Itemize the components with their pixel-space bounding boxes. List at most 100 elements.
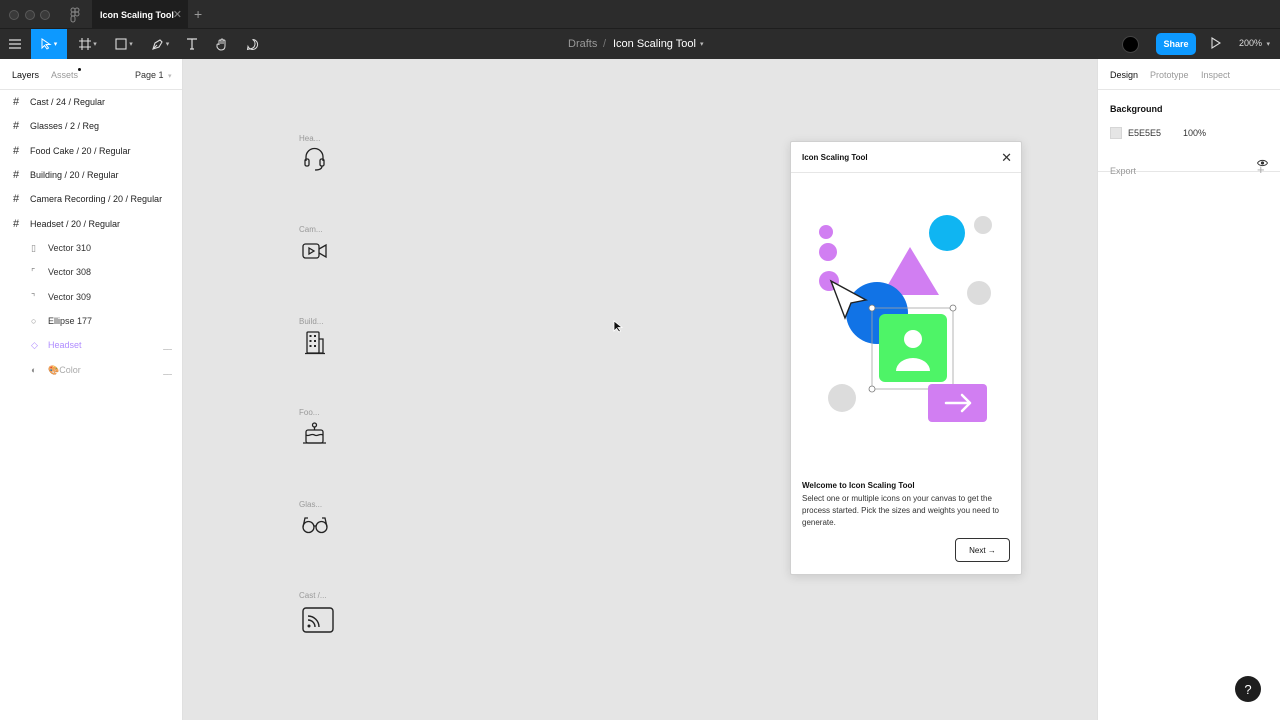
layer-row[interactable]: # Headset / 20 / Regular bbox=[0, 212, 182, 236]
help-button[interactable]: ? bbox=[1235, 676, 1261, 702]
tab-assets[interactable]: Assets bbox=[51, 70, 78, 80]
assets-dot-indicator bbox=[78, 68, 81, 71]
frame-label[interactable]: Hea... bbox=[299, 134, 320, 143]
page-selector[interactable]: Page 1 ▾ bbox=[135, 70, 172, 80]
properties-tabs: Design Prototype Inspect bbox=[1098, 59, 1280, 90]
layer-row[interactable]: # Food Cake / 20 / Regular bbox=[0, 139, 182, 163]
layer-row[interactable]: # Camera Recording / 20 / Regular bbox=[0, 187, 182, 211]
frame-hash-icon: # bbox=[13, 218, 20, 230]
present-play-icon[interactable] bbox=[1211, 37, 1221, 49]
camera-recording-icon[interactable] bbox=[302, 241, 328, 261]
plugin-window: Icon Scaling Tool ✕ Welcome to Icon Scal… bbox=[790, 141, 1022, 575]
frame-hash-icon: # bbox=[13, 120, 20, 132]
frame-hash-icon bbox=[79, 38, 92, 50]
share-button[interactable]: Share bbox=[1156, 33, 1196, 55]
layer-row[interactable]: ◇ Headset ﹏ bbox=[0, 333, 182, 357]
layer-row[interactable]: # Glasses / 2 / Reg bbox=[0, 114, 182, 138]
background-swatch[interactable] bbox=[1110, 127, 1122, 139]
tab-inspect[interactable]: Inspect bbox=[1201, 70, 1230, 80]
add-export-button[interactable]: + bbox=[1257, 162, 1265, 177]
user-avatar[interactable] bbox=[1122, 36, 1139, 53]
tab-close-icon[interactable]: ✕ bbox=[173, 8, 182, 21]
pen-icon bbox=[151, 38, 163, 50]
plugin-title: Icon Scaling Tool bbox=[802, 153, 868, 162]
cast-icon[interactable] bbox=[302, 607, 334, 633]
layer-label: Color bbox=[59, 364, 81, 375]
frame-label[interactable]: Cast /... bbox=[299, 591, 327, 600]
frame-tool-button[interactable]: ▾ bbox=[74, 29, 102, 59]
welcome-body: Select one or multiple icons on your can… bbox=[802, 494, 999, 527]
layer-label: Headset / 20 / Regular bbox=[30, 219, 121, 229]
toolbar: ▾ ▾ ▾ ▾ Drafts / Icon Scaling Tool ▾ bbox=[0, 29, 1280, 59]
layer-label: Headset bbox=[48, 340, 82, 350]
comment-icon bbox=[246, 38, 258, 50]
layer-row[interactable]: ⌝ Vector 309 bbox=[0, 285, 182, 309]
tab-prototype[interactable]: Prototype bbox=[1150, 70, 1189, 80]
properties-panel: Design Prototype Inspect Background E5E5… bbox=[1097, 59, 1280, 720]
main-menu-icon[interactable] bbox=[4, 29, 26, 59]
next-button[interactable]: Next → bbox=[955, 538, 1010, 562]
frame-hash-icon: # bbox=[13, 145, 20, 157]
food-cake-icon[interactable] bbox=[302, 421, 327, 445]
layer-row[interactable]: # Building / 20 / Regular bbox=[0, 163, 182, 187]
background-hex[interactable]: E5E5E5 bbox=[1128, 128, 1161, 138]
layer-row[interactable]: ○ Ellipse 177 bbox=[0, 309, 182, 333]
frame-label[interactable]: Foo... bbox=[299, 408, 319, 417]
figma-logo-icon[interactable] bbox=[68, 7, 82, 23]
layer-row[interactable]: # Cast / 24 / Regular bbox=[0, 90, 182, 114]
window-maximize-button[interactable] bbox=[40, 10, 50, 20]
frame-label[interactable]: Cam... bbox=[299, 225, 323, 234]
ellipse-icon: ○ bbox=[31, 316, 37, 326]
frame-hash-icon: # bbox=[13, 169, 20, 181]
window-close-button[interactable] bbox=[9, 10, 19, 20]
mask-icon: ◐ bbox=[31, 365, 37, 375]
vector-icon: ⌜ bbox=[31, 266, 36, 277]
comment-tool-button[interactable] bbox=[241, 29, 263, 59]
headset-icon[interactable] bbox=[303, 147, 326, 172]
frame-label[interactable]: Build... bbox=[299, 317, 323, 326]
hidden-eye-icon[interactable]: ﹏ bbox=[163, 364, 172, 377]
mouse-cursor-icon bbox=[613, 320, 624, 333]
layer-row[interactable]: ⌜ Vector 308 bbox=[0, 260, 182, 284]
layer-label: Vector 308 bbox=[48, 267, 92, 277]
file-name-label: Icon Scaling Tool bbox=[613, 38, 696, 50]
new-tab-button[interactable]: + bbox=[194, 6, 202, 22]
move-tool-button[interactable]: ▾ bbox=[31, 29, 67, 59]
file-name[interactable]: Icon Scaling Tool ▾ bbox=[613, 29, 703, 59]
welcome-illustration bbox=[819, 215, 992, 422]
zoom-value: 200% bbox=[1239, 38, 1263, 48]
tab-icon-scaling-tool[interactable]: Icon Scaling Tool ✕ bbox=[92, 0, 188, 29]
shape-tool-button[interactable]: ▾ bbox=[109, 29, 139, 59]
pen-tool-button[interactable]: ▾ bbox=[145, 29, 175, 59]
chevron-down-icon: ▾ bbox=[699, 41, 704, 48]
layer-label: Cast / 24 / Regular bbox=[30, 97, 106, 107]
window-minimize-button[interactable] bbox=[25, 10, 35, 20]
vector-icon: ▯ bbox=[31, 242, 36, 253]
text-tool-button[interactable] bbox=[181, 29, 203, 59]
frame-hash-icon: # bbox=[13, 96, 20, 108]
layer-label: Camera Recording / 20 / Regular bbox=[30, 194, 163, 204]
component-icon: ◇ bbox=[31, 339, 38, 350]
chevron-down-icon: ▾ bbox=[1266, 41, 1271, 48]
breadcrumb-separator: / bbox=[603, 38, 607, 50]
tab-design[interactable]: Design bbox=[1110, 70, 1138, 80]
layers-panel: Layers Assets Page 1 ▾ # Cast / 24 / Reg… bbox=[0, 59, 183, 720]
breadcrumb-drafts[interactable]: Drafts bbox=[568, 29, 597, 59]
layer-row[interactable]: ▯ Vector 310 bbox=[0, 236, 182, 260]
welcome-title: Welcome to Icon Scaling Tool bbox=[802, 481, 915, 490]
zoom-selector[interactable]: 200% ▾ bbox=[1239, 38, 1270, 48]
tab-title: Icon Scaling Tool bbox=[100, 9, 174, 20]
hidden-eye-icon[interactable]: ﹏ bbox=[163, 339, 172, 352]
vector-icon: ⌝ bbox=[31, 291, 36, 302]
layer-row[interactable]: ◐ 🎨Color ﹏ bbox=[0, 358, 182, 382]
export-label: Export bbox=[1110, 166, 1137, 176]
rectangle-icon bbox=[115, 38, 127, 50]
building-icon[interactable] bbox=[305, 330, 325, 355]
glasses-icon[interactable] bbox=[301, 516, 329, 534]
background-opacity[interactable]: 100% bbox=[1183, 128, 1206, 138]
tab-layers[interactable]: Layers bbox=[12, 70, 39, 80]
frame-label[interactable]: Glas... bbox=[299, 500, 322, 509]
close-icon[interactable]: ✕ bbox=[1001, 150, 1012, 166]
layer-label: Food Cake / 20 / Regular bbox=[30, 146, 131, 156]
hand-tool-button[interactable] bbox=[211, 29, 233, 59]
